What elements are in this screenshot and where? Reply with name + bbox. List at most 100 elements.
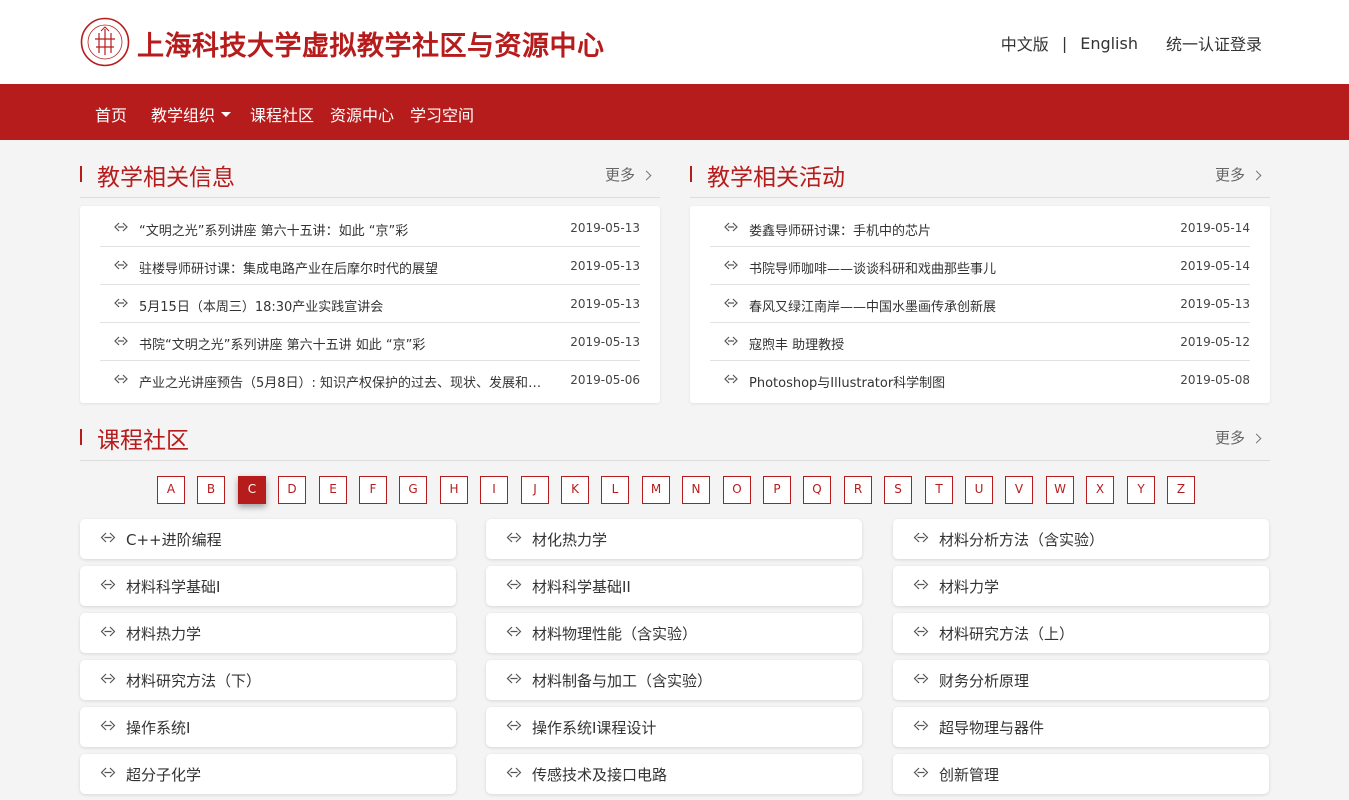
- link-icon: [100, 767, 116, 778]
- activity-item[interactable]: 书院导师咖啡——谈谈科研和戏曲那些事儿 2019-05-14: [710, 247, 1250, 285]
- course-card[interactable]: 操作系统I: [80, 707, 456, 747]
- news-item[interactable]: “文明之光”系列讲座 第六十五讲：如此 “京”彩 2019-05-13: [100, 209, 640, 247]
- link-icon: [114, 298, 128, 308]
- course-card[interactable]: 传感技术及接口电路: [486, 754, 862, 794]
- letter-filter-p[interactable]: P: [763, 476, 791, 504]
- activity-item[interactable]: 娄鑫导师研讨课：手机中的芯片 2019-05-14: [710, 209, 1250, 247]
- section-accent-bar: [80, 166, 82, 182]
- course-name: 操作系统I课程设计: [532, 719, 657, 737]
- news-date: 2019-05-13: [570, 259, 640, 273]
- course-card[interactable]: 超分子化学: [80, 754, 456, 794]
- course-card[interactable]: 操作系统I课程设计: [486, 707, 862, 747]
- lang-separator: |: [1061, 33, 1068, 53]
- course-card[interactable]: 超导物理与器件: [893, 707, 1269, 747]
- letter-filter-x[interactable]: X: [1086, 476, 1114, 504]
- course-card[interactable]: 创新管理: [893, 754, 1269, 794]
- course-card[interactable]: 材料研究方法（上）: [893, 613, 1269, 653]
- sso-login-link[interactable]: 统一认证登录: [1166, 31, 1262, 55]
- news-title: 书院“文明之光”系列讲座 第六十五讲 如此 “京”彩: [139, 338, 426, 353]
- letter-filter-b[interactable]: B: [197, 476, 225, 504]
- letter-filter-l[interactable]: L: [601, 476, 629, 504]
- section-accent-bar: [690, 166, 692, 182]
- course-name: 材料科学基础I: [126, 578, 221, 596]
- link-icon: [114, 260, 128, 270]
- letter-filter-m[interactable]: M: [642, 476, 670, 504]
- letter-filter-g[interactable]: G: [399, 476, 427, 504]
- news-item[interactable]: 书院“文明之光”系列讲座 第六十五讲 如此 “京”彩 2019-05-13: [100, 323, 640, 361]
- link-icon: [100, 532, 116, 543]
- link-icon: [100, 579, 116, 590]
- activity-item[interactable]: Photoshop与Illustrator科学制图 2019-05-08: [710, 361, 1250, 399]
- link-icon: [506, 626, 522, 637]
- course-card[interactable]: 材料分析方法（含实验）: [893, 519, 1269, 559]
- course-section-title: 课程社区: [97, 428, 189, 454]
- nav-teaching-org[interactable]: 教学组织: [151, 102, 232, 126]
- letter-filter-q[interactable]: Q: [803, 476, 831, 504]
- course-card[interactable]: 材料科学基础II: [486, 566, 862, 606]
- more-label: 更多: [604, 166, 635, 184]
- letter-filter-i[interactable]: I: [480, 476, 508, 504]
- course-card[interactable]: 财务分析原理: [893, 660, 1269, 700]
- letter-filter-n[interactable]: N: [682, 476, 710, 504]
- course-card[interactable]: 材料热力学: [80, 613, 456, 653]
- letter-filter-t[interactable]: T: [925, 476, 953, 504]
- letter-filter-y[interactable]: Y: [1127, 476, 1155, 504]
- news-item[interactable]: 驻楼导师研讨课：集成电路产业在后摩尔时代的展望 2019-05-13: [100, 247, 640, 285]
- course-name: 材料研究方法（上）: [939, 625, 1075, 643]
- letter-filter-a[interactable]: A: [157, 476, 185, 504]
- nav-resource-center[interactable]: 资源中心: [330, 102, 394, 126]
- more-label: 更多: [1214, 429, 1245, 447]
- info-more-link[interactable]: 更多: [604, 164, 652, 185]
- lang-zh-link[interactable]: 中文版: [1001, 31, 1049, 55]
- letter-filter-j[interactable]: J: [521, 476, 549, 504]
- course-card[interactable]: 材料物理性能（含实验）: [486, 613, 862, 653]
- activity-item[interactable]: 寇煦丰 助理教授 2019-05-12: [710, 323, 1250, 361]
- letter-filter-k[interactable]: K: [561, 476, 589, 504]
- news-item[interactable]: 产业之光讲座预告（5月8日）: 知识产权保护的过去、现状、发展和未来 2019-…: [100, 361, 640, 399]
- activity-title: Photoshop与Illustrator科学制图: [749, 376, 946, 391]
- nav-home[interactable]: 首页: [95, 102, 127, 126]
- lang-en-link[interactable]: English: [1080, 34, 1138, 53]
- link-icon: [724, 336, 738, 346]
- news-item[interactable]: 5月15日（本周三）18:30产业实践宣讲会 2019-05-13: [100, 285, 640, 323]
- activity-date: 2019-05-08: [1180, 373, 1250, 387]
- course-card[interactable]: 材料科学基础I: [80, 566, 456, 606]
- nav-course-community[interactable]: 课程社区: [250, 102, 314, 126]
- course-card[interactable]: C++进阶编程: [80, 519, 456, 559]
- letter-filter-d[interactable]: D: [278, 476, 306, 504]
- news-date: 2019-05-06: [570, 373, 640, 387]
- link-icon: [114, 336, 128, 346]
- course-card[interactable]: 材料制备与加工（含实验）: [486, 660, 862, 700]
- course-name: 创新管理: [939, 766, 1000, 784]
- activity-more-link[interactable]: 更多: [1214, 164, 1262, 185]
- letter-filter-c[interactable]: C: [238, 476, 266, 504]
- activity-item[interactable]: 春风又绿江南岸——中国水墨画传承创新展 2019-05-13: [710, 285, 1250, 323]
- link-icon: [506, 720, 522, 731]
- letter-filter-r[interactable]: R: [844, 476, 872, 504]
- link-icon: [913, 767, 929, 778]
- course-name: 传感技术及接口电路: [532, 766, 668, 784]
- course-card[interactable]: 材料研究方法（下）: [80, 660, 456, 700]
- course-more-link[interactable]: 更多: [1214, 427, 1262, 448]
- site-title[interactable]: 上海科技大学虚拟教学社区与资源中心: [137, 24, 605, 63]
- letter-filter-v[interactable]: V: [1005, 476, 1033, 504]
- letter-filter-h[interactable]: H: [440, 476, 468, 504]
- letter-filter-u[interactable]: U: [965, 476, 993, 504]
- letter-filter-s[interactable]: S: [884, 476, 912, 504]
- more-label: 更多: [1214, 166, 1245, 184]
- top-links: 中文版 | English 统一认证登录: [1001, 31, 1262, 55]
- course-card[interactable]: 材化热力学: [486, 519, 862, 559]
- link-icon: [724, 260, 738, 270]
- letter-filter-o[interactable]: O: [723, 476, 751, 504]
- chevron-right-icon: [641, 170, 652, 181]
- letter-filter-e[interactable]: E: [319, 476, 347, 504]
- course-card[interactable]: 材料力学: [893, 566, 1269, 606]
- news-title: 产业之光讲座预告（5月8日）: 知识产权保护的过去、现状、发展和未来: [139, 376, 553, 391]
- chevron-right-icon: [1251, 170, 1262, 181]
- nav-study-space[interactable]: 学习空间: [410, 102, 474, 126]
- letter-filter-f[interactable]: F: [359, 476, 387, 504]
- link-icon: [506, 532, 522, 543]
- university-seal-logo[interactable]: [80, 17, 130, 67]
- letter-filter-z[interactable]: Z: [1167, 476, 1195, 504]
- letter-filter-w[interactable]: W: [1046, 476, 1074, 504]
